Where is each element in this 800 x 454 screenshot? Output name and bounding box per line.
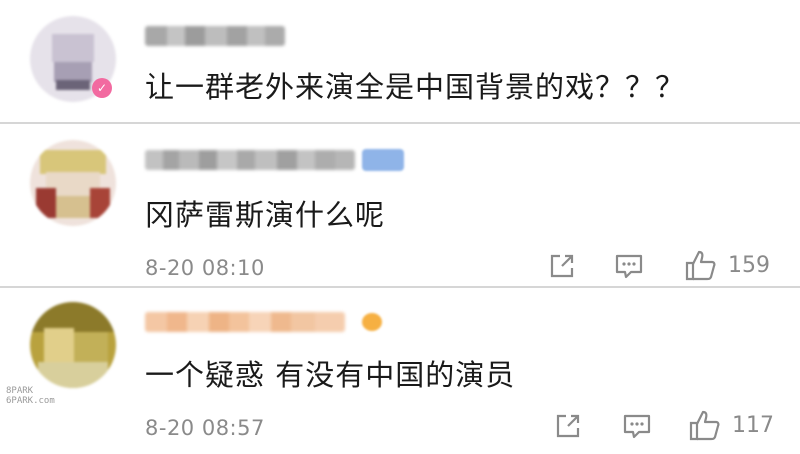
username[interactable] — [145, 26, 285, 46]
share-button[interactable] — [554, 412, 582, 440]
comment-text: 一个疑惑 有没有中国的演员 — [145, 358, 516, 392]
comment-text: 冈萨雷斯演什么呢 — [145, 198, 386, 232]
username[interactable] — [145, 312, 345, 332]
like-count: 117 — [732, 412, 774, 438]
watermark-line: 8PARK — [6, 386, 34, 396]
watermark: 8PARK 6PARK.com — [6, 386, 55, 406]
like-button[interactable]: 159 — [684, 248, 770, 282]
verified-badge-icon: ✓ — [92, 78, 112, 98]
member-tag-icon — [362, 149, 404, 171]
like-count: 159 — [728, 252, 770, 278]
comment-item: 一个疑惑 有没有中国的演员 8-20 08:57 117 — [0, 288, 800, 454]
like-button[interactable]: 117 — [688, 408, 774, 442]
comment-item: 冈萨雷斯演什么呢 8-20 08:10 159 — [0, 124, 800, 286]
avatar[interactable] — [30, 140, 116, 226]
watermark-line: 6PARK.com — [6, 396, 55, 406]
comment-icon — [615, 254, 643, 279]
share-icon — [550, 254, 574, 278]
share-button[interactable] — [548, 252, 576, 280]
timestamp: 8-20 08:57 — [145, 416, 265, 440]
reply-button[interactable] — [614, 252, 644, 280]
fan-badge-icon — [362, 313, 382, 331]
reply-button[interactable] — [622, 412, 652, 440]
thumbs-up-icon — [685, 250, 716, 281]
username[interactable] — [145, 150, 355, 170]
comment-item: ✓ 让一群老外来演全是中国背景的戏？？？ — [0, 0, 800, 122]
comment-icon — [623, 414, 651, 439]
share-icon — [556, 414, 580, 438]
thumbs-up-icon — [689, 410, 720, 441]
avatar[interactable] — [30, 302, 116, 388]
timestamp: 8-20 08:10 — [145, 256, 265, 280]
comment-text: 让一群老外来演全是中国背景的戏？？？ — [145, 70, 686, 104]
